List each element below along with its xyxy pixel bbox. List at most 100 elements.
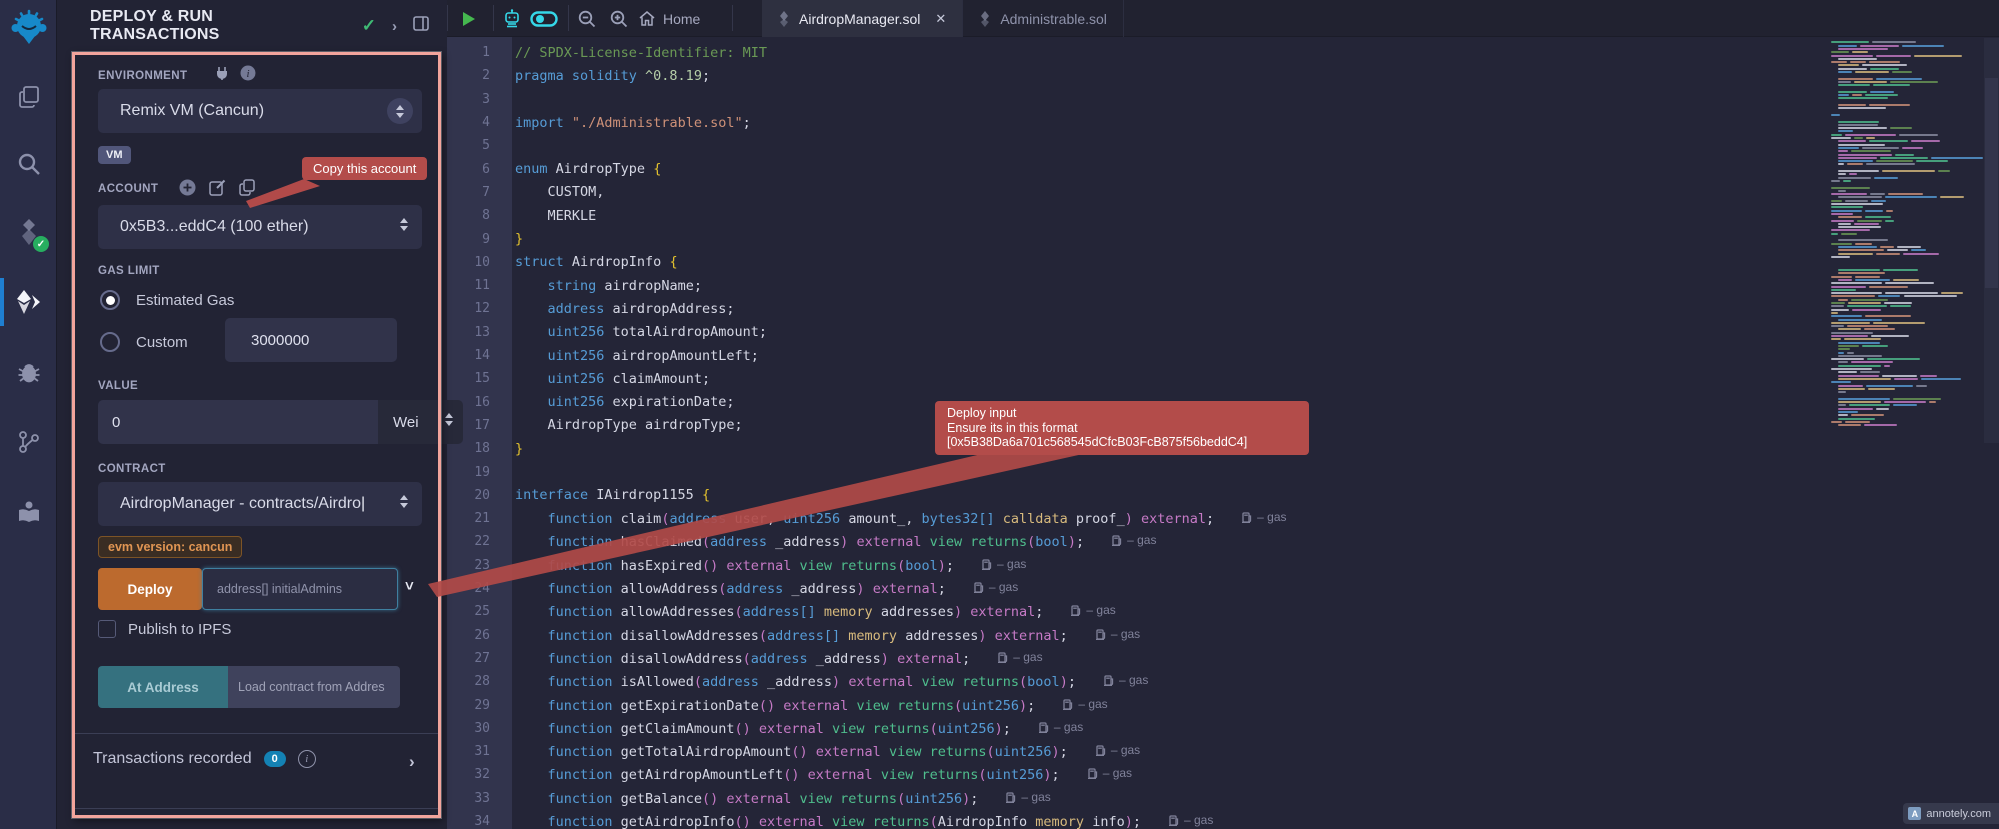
custom-gas-radio[interactable] (100, 332, 120, 352)
sidebar-item-debugger[interactable] (0, 350, 57, 394)
ai-assistant-robot-icon[interactable] (499, 0, 525, 37)
code-line[interactable]: 5 (447, 134, 1999, 157)
environment-stepper-icon[interactable] (387, 98, 413, 124)
watermark-logo-icon: A (1908, 807, 1921, 820)
sidebar-item-git[interactable] (0, 420, 57, 464)
copy-account-icon[interactable] (239, 179, 255, 196)
at-address-button[interactable]: At Address (98, 666, 228, 708)
line-number: 5 (447, 138, 490, 153)
environment-select[interactable]: Remix VM (Cancun) (98, 89, 422, 133)
editor-scrollbar[interactable] (1984, 38, 1999, 443)
gas-estimate-label: – gas (1112, 533, 1156, 547)
contract-select[interactable]: AirdropManager - contracts/Airdro| (98, 482, 422, 526)
code-line[interactable]: 15 uint256 claimAmount; (447, 367, 1999, 390)
create-account-icon[interactable] (179, 179, 196, 196)
publish-ipfs-option[interactable]: Publish to IPFS (98, 620, 231, 638)
code-line[interactable]: 25 function allowAddresses(address[] mem… (447, 600, 1999, 623)
custom-gas-option[interactable]: Custom (100, 332, 188, 352)
code-text: enum AirdropType { (515, 161, 661, 177)
code-line[interactable]: 7 CUSTOM, (447, 181, 1999, 204)
code-line[interactable]: 34 function getAirdropInfo() external vi… (447, 810, 1999, 829)
code-line[interactable]: 10struct AirdropInfo { (447, 251, 1999, 274)
code-line[interactable]: 31 function getTotalAirdropAmount() exte… (447, 740, 1999, 763)
code-line[interactable]: 3 (447, 88, 1999, 111)
contract-stepper-icon[interactable] (400, 495, 408, 508)
code-text: function hasClaimed(address _address) ex… (515, 533, 1156, 550)
line-number: 20 (447, 488, 490, 503)
code-line[interactable]: 8 MERKLE (447, 204, 1999, 227)
tab-home[interactable]: Home (639, 0, 700, 37)
account-stepper-icon[interactable] (400, 218, 408, 231)
code-text: } (515, 441, 523, 457)
tab-AirdropManager.sol[interactable]: AirdropManager.sol✕ (762, 0, 963, 37)
transactions-recorded-label: Transactions recorded (93, 750, 252, 768)
code-line[interactable]: 29 function getExpirationDate() external… (447, 693, 1999, 716)
sidebar-item-solidity-compiler[interactable]: ✓ (0, 210, 57, 254)
account-select[interactable]: 0x5B3...eddC4 (100 ether) (98, 205, 422, 249)
line-number: 25 (447, 604, 490, 619)
code-line[interactable]: 6enum AirdropType { (447, 158, 1999, 181)
sidebar-item-plugin-manager[interactable] (0, 490, 57, 534)
fork-state-icon[interactable] (215, 66, 229, 81)
code-text: function allowAddresses(address[] memory… (515, 603, 1116, 620)
environment-info-icon[interactable]: i (240, 65, 256, 81)
at-address-input[interactable] (228, 666, 400, 708)
ai-copilot-toggle[interactable] (528, 0, 560, 37)
code-line[interactable]: 12 address airdropAddress; (447, 297, 1999, 320)
pin-panel-icon[interactable] (413, 16, 429, 36)
code-line[interactable]: 11 string airdropName; (447, 274, 1999, 297)
line-number: 19 (447, 465, 490, 480)
code-line[interactable]: 30 function getClaimAmount() external vi… (447, 717, 1999, 740)
code-line[interactable]: 9} (447, 227, 1999, 250)
transactions-count-badge: 0 (264, 751, 286, 767)
code-line[interactable]: 24 function allowAddress(address _addres… (447, 577, 1999, 600)
code-line[interactable]: 33 function getBalance() external view r… (447, 787, 1999, 810)
estimated-gas-option[interactable]: Estimated Gas (100, 290, 234, 310)
tab-Administrable.sol[interactable]: Administrable.sol (963, 0, 1124, 37)
custom-gas-input[interactable] (225, 318, 397, 362)
deploy-args-input[interactable] (202, 568, 398, 610)
code-text: function getAirdropAmountLeft() external… (515, 766, 1132, 783)
gas-estimate-label: – gas (1169, 813, 1213, 827)
code-text: uint256 claimAmount; (515, 371, 710, 387)
zoom-out-icon[interactable] (574, 0, 600, 37)
transactions-info-icon[interactable]: i (298, 750, 316, 768)
deploy-expand-chevron-icon[interactable]: ˅ (405, 578, 414, 595)
sidebar-item-file-explorer[interactable] (0, 75, 57, 119)
code-line[interactable]: 1// SPDX-License-Identifier: MIT (447, 41, 1999, 64)
estimated-gas-radio[interactable] (100, 290, 120, 310)
code-line[interactable]: 27 function disallowAddress(address _add… (447, 647, 1999, 670)
code-line[interactable]: 20interface IAirdrop1155 { (447, 484, 1999, 507)
value-unit-select[interactable]: Wei (378, 400, 463, 444)
sign-message-icon[interactable] (209, 179, 226, 196)
close-tab-icon[interactable]: ✕ (935, 11, 946, 27)
code-line[interactable]: 13 uint256 totalAirdropAmount; (447, 321, 1999, 344)
code-line[interactable]: 14 uint256 airdropAmountLeft; (447, 344, 1999, 367)
code-line[interactable]: 32 function getAirdropAmountLeft() exter… (447, 763, 1999, 786)
sidebar-item-search[interactable] (0, 142, 57, 186)
deploy-button[interactable]: Deploy (98, 568, 202, 610)
minimap[interactable] (1831, 38, 1984, 436)
transactions-expand-chevron-icon[interactable]: › (409, 752, 415, 772)
code-line[interactable]: 26 function disallowAddresses(address[] … (447, 624, 1999, 647)
code-line[interactable]: 23 function hasExpired() external view r… (447, 554, 1999, 577)
code-line[interactable]: 28 function isAllowed(address _address) … (447, 670, 1999, 693)
code-line[interactable]: 22 function hasClaimed(address _address)… (447, 530, 1999, 553)
panel-expand-chevron-icon[interactable]: › (392, 18, 397, 35)
value-input[interactable] (98, 400, 337, 444)
sidebar-item-deploy-run[interactable] (0, 280, 57, 324)
value-unit-stepper-icon[interactable] (445, 413, 453, 426)
code-text: function disallowAddress(address _addres… (515, 650, 1043, 667)
remix-logo-icon[interactable] (0, 6, 57, 50)
code-line[interactable]: 2pragma solidity ^0.8.19; (447, 64, 1999, 87)
code-text: function isAllowed(address _address) ext… (515, 673, 1148, 690)
zoom-in-icon[interactable] (606, 0, 632, 37)
line-number: 4 (447, 115, 490, 130)
git-icon (18, 430, 40, 454)
code-line[interactable]: 4import "./Administrable.sol"; (447, 111, 1999, 134)
publish-ipfs-checkbox[interactable] (98, 620, 116, 638)
code-line[interactable]: 19 (447, 460, 1999, 483)
vm-badge: VM (98, 146, 131, 164)
code-line[interactable]: 21 function claim(address user, uint256 … (447, 507, 1999, 530)
run-script-play-icon[interactable] (457, 0, 481, 37)
